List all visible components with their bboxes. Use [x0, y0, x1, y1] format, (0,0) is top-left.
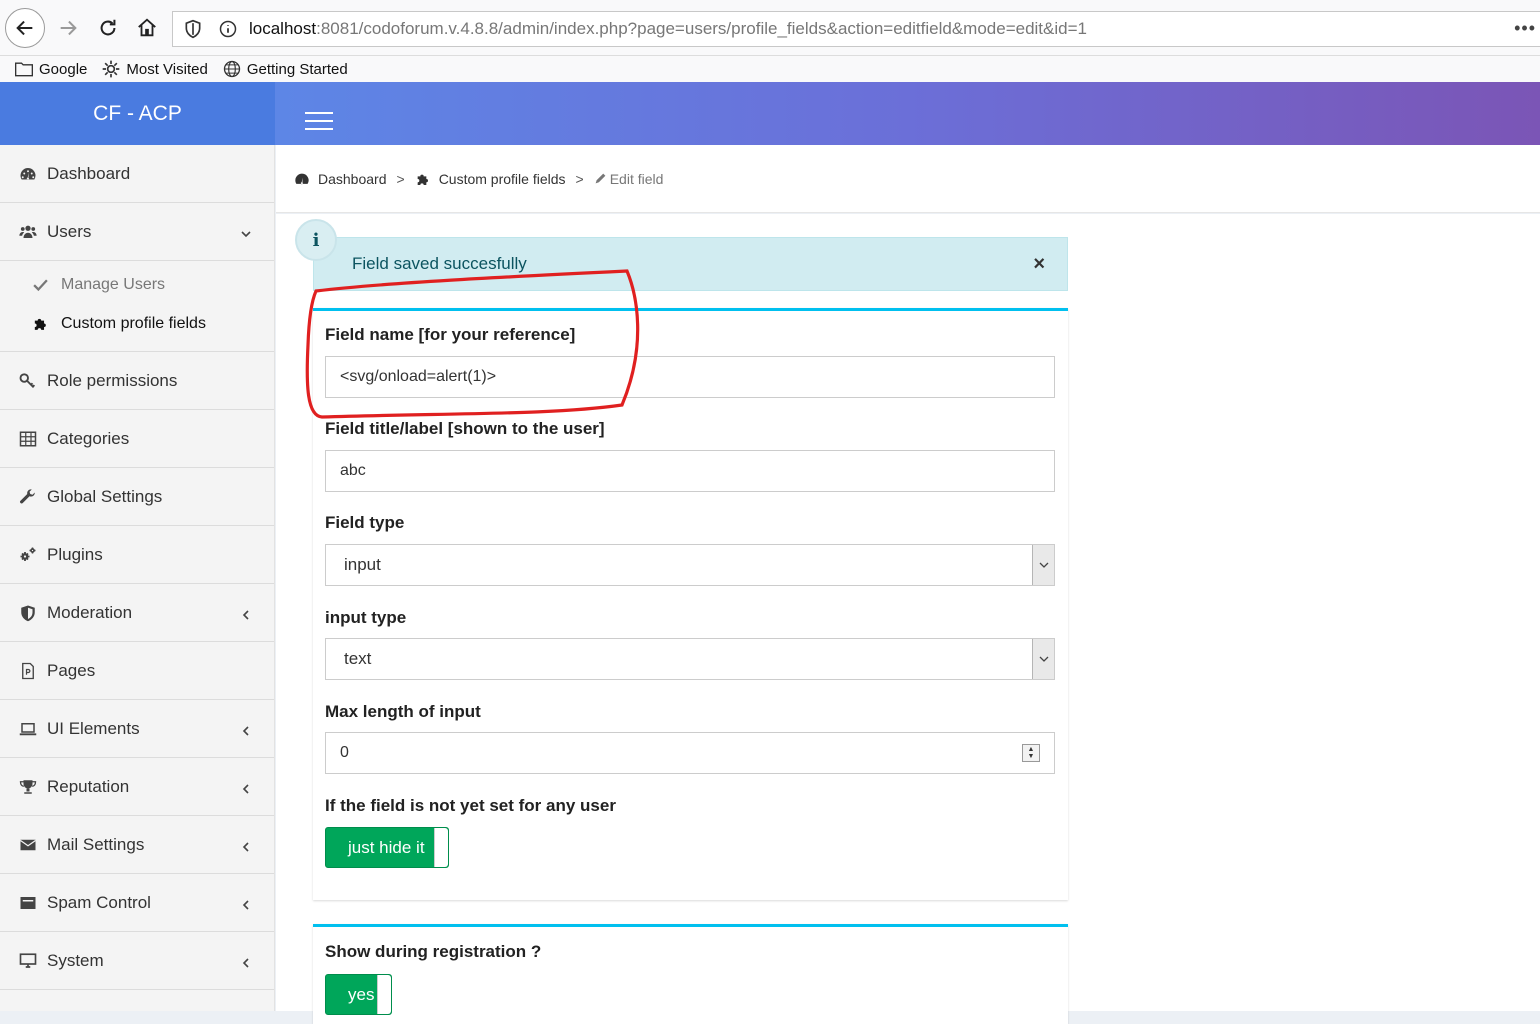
field-settings-card: Field name [for your reference] <svg/onl…	[313, 308, 1068, 900]
reload-button[interactable]	[88, 8, 128, 48]
puzzle-icon	[417, 174, 428, 185]
alert-message: Field saved succesfully	[352, 254, 527, 273]
envelope-icon	[18, 835, 38, 855]
top-navbar	[275, 82, 1540, 145]
back-button[interactable]	[5, 8, 45, 48]
chevron-down-icon	[240, 225, 252, 237]
chevron-left-icon	[240, 606, 252, 620]
check-icon	[32, 276, 50, 294]
breadcrumb: Dashboard > Custom profile fields > Edit…	[276, 145, 1540, 213]
sidebar-item-pages[interactable]: Pages	[0, 642, 274, 700]
users-submenu: Manage Users Custom profile fields	[0, 261, 274, 352]
sidebar-item-custom-profile-fields[interactable]: Custom profile fields	[0, 304, 274, 343]
more-icon[interactable]: •••	[1514, 18, 1536, 39]
sidebar-item-system[interactable]: System	[0, 932, 274, 990]
home-icon	[138, 18, 156, 37]
bookmark-most-visited[interactable]: Most Visited	[101, 59, 208, 79]
field-title-label: Field title/label [shown to the user]	[325, 419, 605, 438]
home-button[interactable]	[127, 8, 167, 48]
key-icon	[18, 371, 38, 391]
trophy-icon	[18, 777, 38, 797]
chevron-left-icon	[240, 896, 252, 910]
sidebar-item-dashboard[interactable]: Dashboard	[0, 145, 274, 203]
sidebar-item-global-settings[interactable]: Global Settings	[0, 468, 274, 526]
sidebar-item-categories[interactable]: Categories	[0, 410, 274, 468]
field-type-label: Field type	[325, 513, 405, 532]
desktop-icon	[18, 951, 38, 971]
shield-icon	[18, 603, 38, 623]
bookmarks-bar: Google Most Visited Getting Started	[0, 56, 1540, 82]
field-name-label: Field name [for your reference]	[325, 325, 576, 344]
chevron-left-icon	[240, 954, 252, 968]
pencil-icon	[595, 173, 606, 184]
arrow-left-icon	[16, 20, 33, 36]
sidebar-item-moderation[interactable]: Moderation	[0, 584, 274, 642]
sidebar-item-reputation[interactable]: Reputation	[0, 758, 274, 816]
chevron-left-icon	[240, 838, 252, 852]
arrow-right-icon	[60, 20, 77, 36]
main-content: Field saved succesfully × i Field name […	[276, 214, 1540, 1024]
sidebar-item-mail-settings[interactable]: Mail Settings	[0, 816, 274, 874]
field-type-select[interactable]: input	[325, 544, 1055, 586]
breadcrumb-separator: >	[396, 170, 405, 187]
sidebar-item-role-permissions[interactable]: Role permissions	[0, 352, 274, 410]
registration-toggle[interactable]: yes	[325, 974, 392, 1015]
inbox-icon	[18, 893, 38, 913]
folder-icon	[15, 62, 33, 77]
alert-close-button[interactable]: ×	[1033, 254, 1045, 274]
app-header: CF - ACP	[0, 82, 1540, 145]
registration-card: Show during registration ? yes	[313, 924, 1068, 1024]
dashboard-icon	[295, 173, 309, 184]
breadcrumb-custom-profile-fields[interactable]: Custom profile fields	[415, 171, 566, 187]
url-bar[interactable]: localhost:8081/codoforum.v.4.8.8/admin/i…	[172, 11, 1540, 47]
globe-icon	[223, 60, 240, 78]
breadcrumb-edit-field: Edit field	[594, 171, 663, 187]
gear-icon	[103, 60, 120, 78]
sidebar-item-plugins[interactable]: Plugins	[0, 526, 274, 584]
chevron-down-icon	[1032, 545, 1054, 585]
site-info-icon[interactable]	[219, 20, 237, 38]
chevron-left-icon	[240, 722, 252, 736]
cogs-icon	[18, 545, 38, 565]
success-alert: Field saved succesfully ×	[313, 237, 1068, 291]
sidebar: Dashboard Users Manage Users Custom prof…	[0, 145, 275, 1011]
forward-button[interactable]	[48, 8, 88, 48]
puzzle-icon	[32, 315, 50, 333]
bookmark-google[interactable]: Google	[14, 59, 87, 79]
toggle-knob	[377, 975, 391, 1014]
tracking-shield-icon[interactable]	[183, 19, 203, 39]
users-icon	[18, 222, 38, 242]
registration-label: Show during registration ?	[325, 942, 542, 961]
brand-logo[interactable]: CF - ACP	[0, 82, 275, 145]
info-icon: i	[295, 219, 337, 261]
field-title-input[interactable]: abc	[325, 450, 1055, 492]
chevron-left-icon	[240, 780, 252, 794]
toggle-knob	[434, 828, 448, 867]
sidebar-item-spam-control[interactable]: Spam Control	[0, 874, 274, 932]
breadcrumb-separator: >	[575, 170, 584, 187]
browser-toolbar: localhost:8081/codoforum.v.4.8.8/admin/i…	[0, 0, 1540, 56]
table-icon	[18, 429, 38, 449]
sidebar-item-ui-elements[interactable]: UI Elements	[0, 700, 274, 758]
file-icon	[18, 661, 38, 681]
breadcrumb-dashboard[interactable]: Dashboard	[294, 171, 387, 187]
sidebar-item-users[interactable]: Users	[0, 203, 274, 261]
not-set-label: If the field is not yet set for any user	[325, 796, 616, 815]
menu-toggle-icon[interactable]	[305, 112, 333, 132]
laptop-icon	[18, 719, 38, 739]
number-spinner-icon[interactable]: ▲ ▼	[1022, 744, 1040, 762]
wrench-icon	[18, 487, 38, 507]
field-name-input[interactable]: <svg/onload=alert(1)>	[325, 356, 1055, 398]
dashboard-icon	[18, 164, 38, 184]
sidebar-item-manage-users[interactable]: Manage Users	[0, 265, 274, 304]
max-length-label: Max length of input	[325, 702, 481, 721]
max-length-input[interactable]: 0 ▲ ▼	[325, 732, 1055, 774]
bookmark-getting-started[interactable]: Getting Started	[222, 59, 348, 79]
chevron-down-icon	[1032, 639, 1054, 679]
reload-icon	[100, 19, 116, 36]
hide-field-toggle[interactable]: just hide it	[325, 827, 449, 868]
url-text[interactable]: localhost:8081/codoforum.v.4.8.8/admin/i…	[249, 19, 1087, 39]
input-type-select[interactable]: text	[325, 638, 1055, 680]
input-type-label: input type	[325, 608, 407, 627]
